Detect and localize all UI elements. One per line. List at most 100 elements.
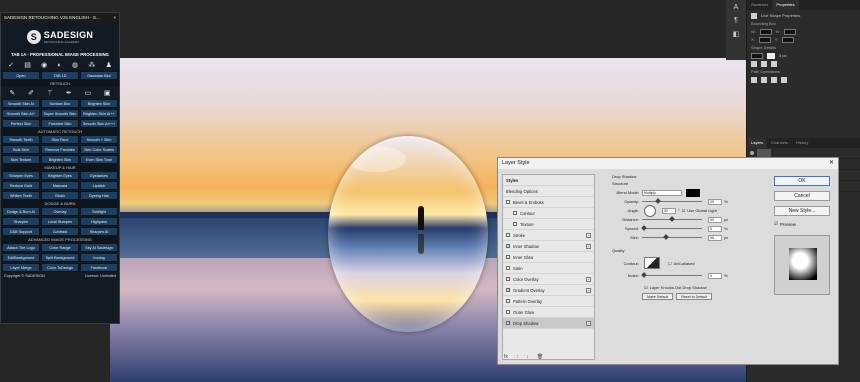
style-checkbox[interactable] [513,222,517,226]
style-checkbox[interactable] [506,310,510,314]
y-field[interactable] [782,37,795,43]
makeup-button[interactable]: Eyelashes [80,171,118,180]
makeup-button[interactable]: Reduce Gold [2,181,40,190]
w-field[interactable] [759,29,772,35]
retouch-button[interactable]: Freckled Skin [41,119,79,128]
size-value[interactable]: 98 [708,234,722,241]
dodge-button[interactable]: Overlay [41,207,79,216]
brush-icon[interactable]: ✐ [28,90,34,97]
adv-button[interactable]: Attach The Logo [2,243,40,252]
pen-icon[interactable]: ✒ [66,90,72,97]
add-style-icon[interactable]: + [586,288,591,293]
tab-swatches[interactable]: Swatches [747,0,772,10]
auto-button[interactable]: Smooth + Slim [80,135,118,144]
make-default-button[interactable]: Make Default [642,293,674,300]
type-tool-icon[interactable]: A [734,4,739,11]
makeup-button[interactable]: Dyeing Hair [80,191,118,200]
document-icon[interactable]: ▤ [24,62,31,69]
row1-button[interactable]: Gaussian Blur [80,71,118,80]
cap-icon[interactable] [761,61,767,67]
knockout-checkbox[interactable]: ☑ [644,283,648,292]
crystal-ball-shape[interactable] [328,136,488,332]
dodge-button[interactable]: Local Sharpen [41,217,79,226]
style-item[interactable]: Bevel & Emboss [503,197,594,208]
eye-icon[interactable] [750,151,754,155]
style-item[interactable]: Stroke + [503,230,594,241]
square-icon[interactable]: ▣ [104,90,111,97]
auto-button[interactable]: Smooth Teeth [2,135,40,144]
tab-history[interactable]: History [792,138,812,148]
style-checkbox[interactable] [513,211,517,215]
auto-button[interactable]: Remove Freckles [41,145,79,154]
blending-options[interactable]: Blending Options [503,186,594,197]
style-item[interactable]: Texture [503,219,594,230]
noise-slider[interactable] [641,272,702,278]
adv-button[interactable]: Ironing [80,253,118,262]
stroke-swatch[interactable] [767,53,775,59]
move-down-icon[interactable]: ↓ [526,354,529,360]
row1-button[interactable]: TAB 1D [41,71,79,80]
panel-icon[interactable]: ◧ [733,30,740,38]
angle-value[interactable]: 30 [662,207,676,214]
contour-picker[interactable] [644,257,660,269]
stroke-size[interactable]: 3 px [779,52,787,60]
move-up-icon[interactable]: ↑ [516,354,519,360]
adv-button[interactable]: Color ToDesign [41,263,79,272]
spread-slider[interactable] [641,225,702,231]
paragraph-icon[interactable]: ¶ [734,17,738,24]
style-checkbox[interactable] [506,299,510,303]
retouch-button[interactable]: Smooth Skin AI+ [2,109,40,118]
makeup-button[interactable]: Whiten Teeth [2,191,40,200]
style-item[interactable]: Pattern Overlay [503,296,594,307]
wand-icon[interactable]: ⚚ [47,90,53,97]
fx-icon[interactable]: fx [504,354,508,360]
subtract-icon[interactable] [761,77,767,83]
style-item[interactable]: ✓ Gradient Overlay + [503,285,594,296]
adv-button[interactable]: Layer Merge [2,263,40,272]
x-field[interactable] [758,37,771,43]
add-style-icon[interactable]: + [586,244,591,249]
eraser-icon[interactable]: ▭ [84,90,91,97]
reset-default-button[interactable]: Reset to Default [676,293,712,300]
size-slider[interactable] [642,234,702,240]
h-field[interactable] [783,29,796,35]
style-item[interactable]: Contour [503,208,594,219]
auto-button[interactable]: Skin Texture [2,155,40,164]
retouch-button[interactable]: Brighten Skin AI++ [80,109,118,118]
row1-button[interactable]: Open [2,71,40,80]
dodge-button[interactable]: Contrast [41,227,79,236]
opacity-slider[interactable] [642,198,702,204]
auto-button[interactable]: Skin Color Scales [80,145,118,154]
new-style-button[interactable]: New Style... [774,206,830,216]
adv-button[interactable]: EditBackground [2,253,40,262]
channels-icon[interactable]: ◍ [72,62,78,69]
makeup-button[interactable]: Mascara [41,181,79,190]
auto-button[interactable]: Brighten Skin [41,155,79,164]
style-item[interactable]: Satin [503,263,594,274]
corner-icon[interactable] [771,61,777,67]
fill-swatch[interactable] [751,53,763,59]
global-light-checkbox[interactable]: ☑ [682,206,686,215]
dodge-button[interactable]: D&B Support [2,227,40,236]
dodge-button[interactable]: Highpass [80,217,118,226]
add-style-icon[interactable]: + [586,233,591,238]
tab-channels[interactable]: Channels [767,138,792,148]
spread-value[interactable]: 0 [708,225,722,232]
tab-layers[interactable]: Layers [747,138,768,148]
retouch-button[interactable]: Super Smooth Skin [41,109,79,118]
adv-button[interactable]: Color Range [41,243,79,252]
preview-checkbox[interactable]: ☑ [774,221,778,227]
dodge-button[interactable]: Sharpen AI [80,227,118,236]
adv-button[interactable]: Sky AI Sadesign [80,243,118,252]
auto-button[interactable]: Even Skin Tone [80,155,118,164]
exposure-icon[interactable]: ◐ [57,62,61,69]
group-icon[interactable]: ⁂ [88,62,95,69]
style-checkbox[interactable] [506,255,510,259]
style-item[interactable]: ✓ Inner Shadow + [503,241,594,252]
blend-mode-select[interactable]: Multiply [642,189,682,196]
noise-value[interactable]: 0 [708,272,722,279]
noise-knob[interactable] [641,272,647,278]
spread-knob[interactable] [641,225,647,231]
add-style-icon[interactable]: + [586,321,591,326]
makeup-button[interactable]: Lipstick [80,181,118,190]
